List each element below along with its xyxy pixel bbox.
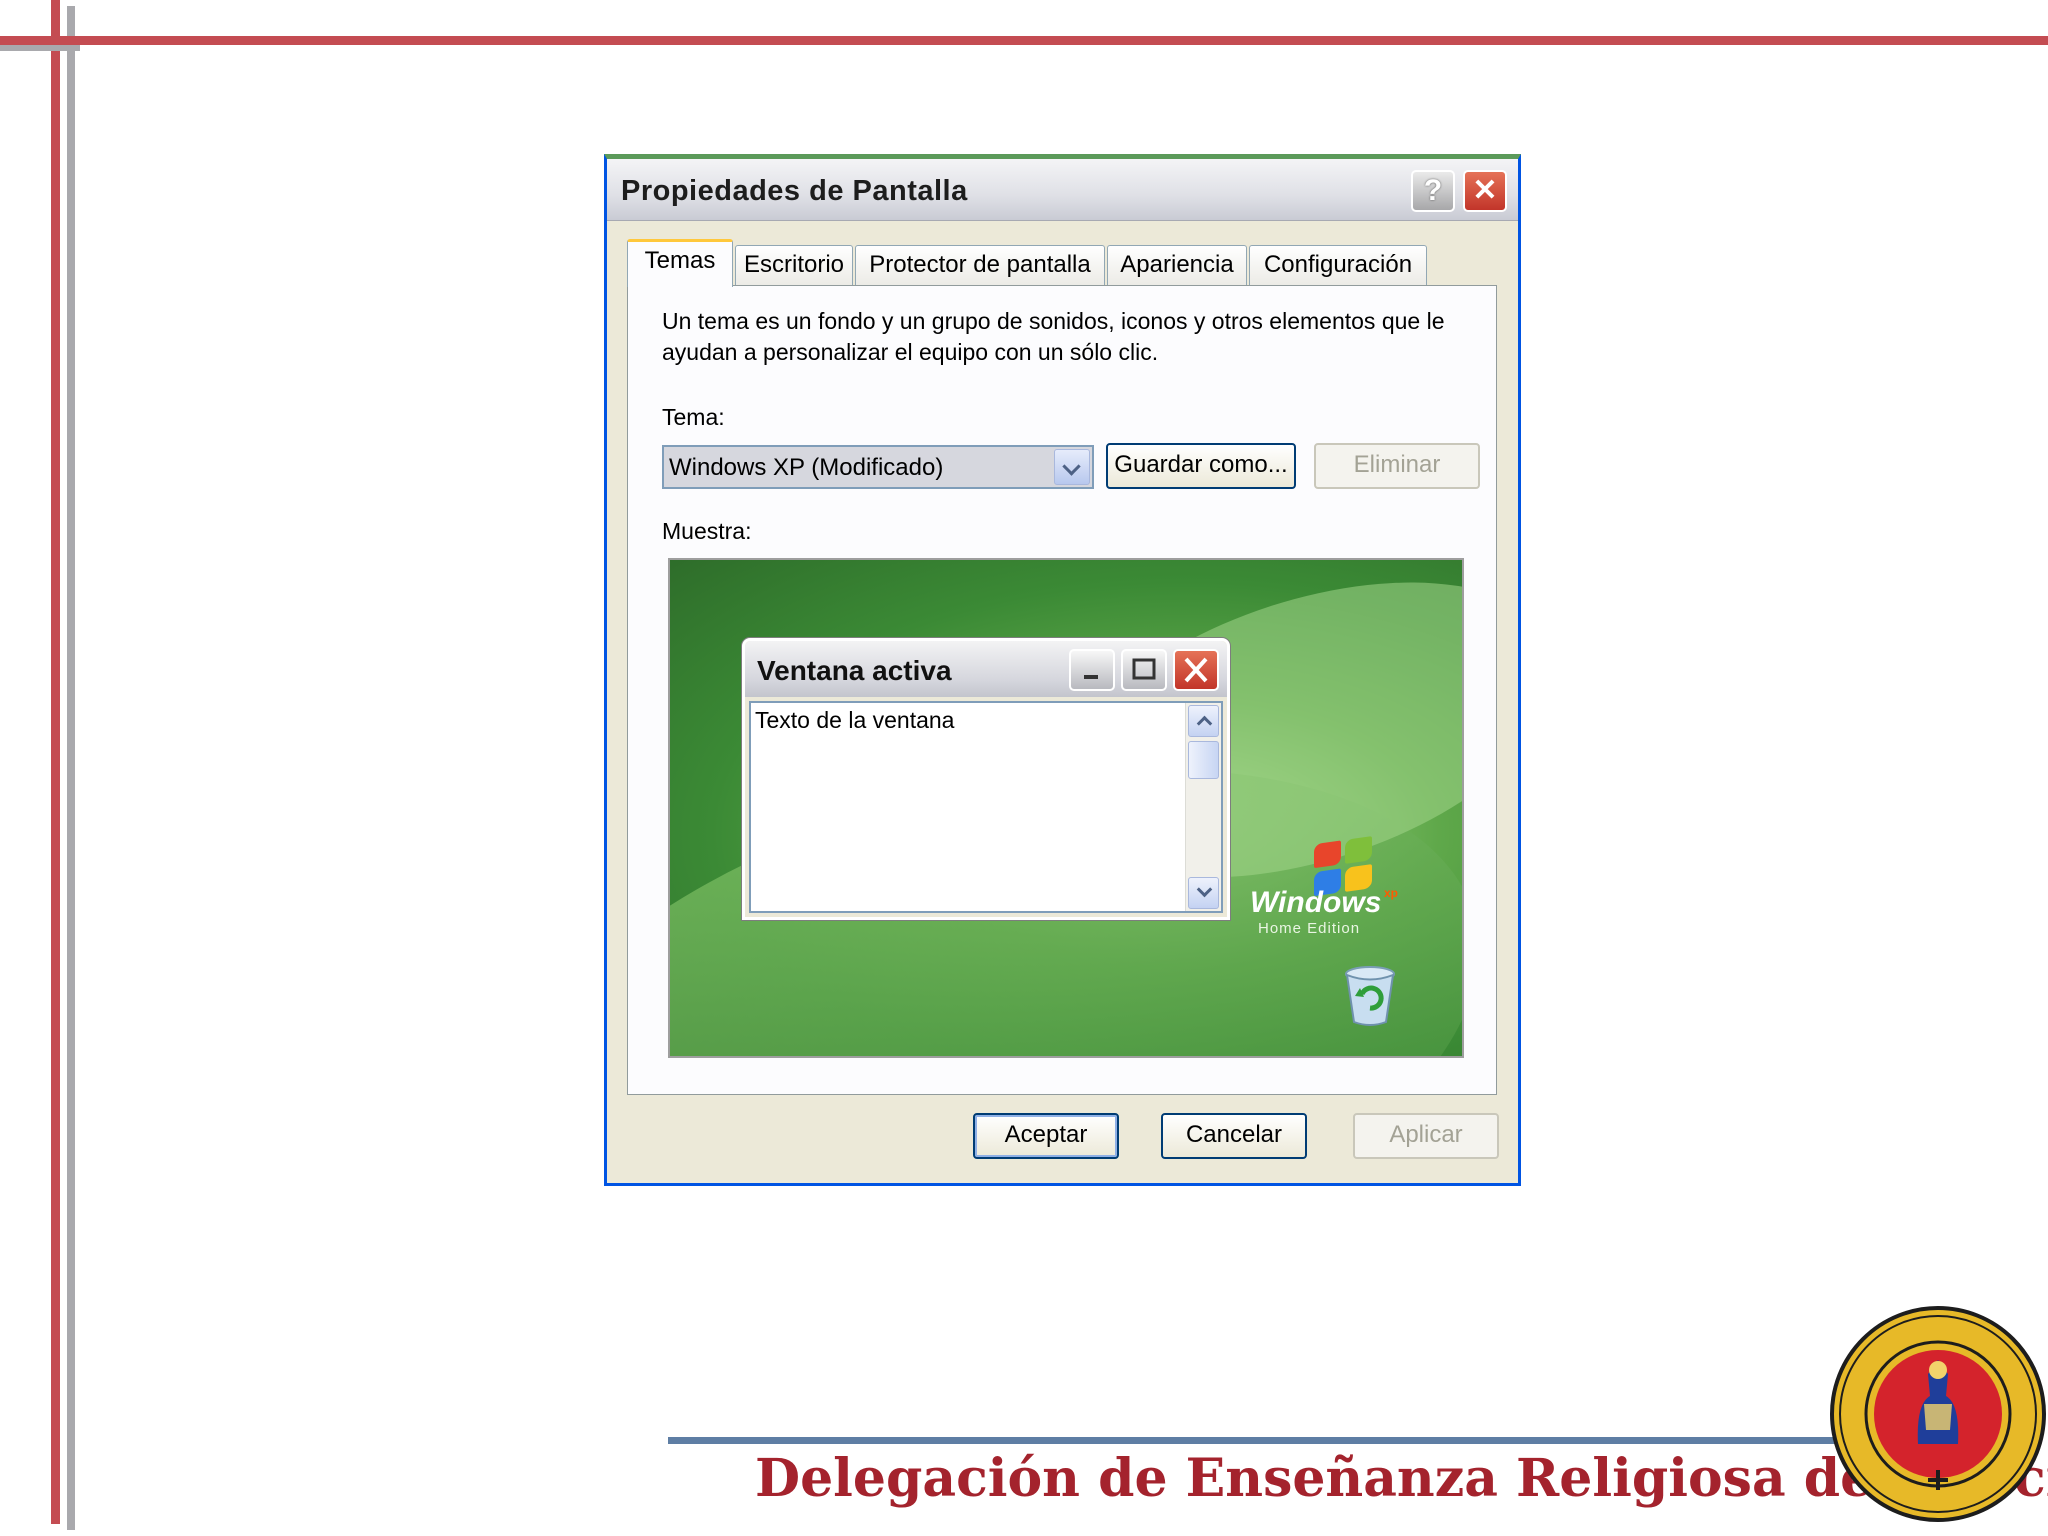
maximize-icon	[1121, 649, 1167, 691]
tab-escritorio[interactable]: Escritorio	[735, 245, 853, 285]
dialog-titlebar[interactable]: Propiedades de Pantalla ? ✕	[607, 159, 1518, 221]
top-red-rule	[0, 36, 2048, 45]
chevron-up-icon	[1188, 705, 1219, 737]
tab-configuracion[interactable]: Configuración	[1249, 245, 1427, 285]
sample-label: Muestra:	[662, 518, 752, 544]
recycle-bin-icon	[1342, 964, 1398, 1028]
ok-button[interactable]: Aceptar	[973, 1113, 1119, 1159]
xp-superscript: xp	[1384, 886, 1399, 900]
minimize-icon	[1069, 649, 1115, 691]
tab-protector-de-pantalla[interactable]: Protector de pantalla	[855, 245, 1105, 285]
theme-label: Tema:	[662, 404, 725, 430]
preview-window-titlebar: Ventana activa	[745, 641, 1227, 697]
theme-dropdown-value: Windows XP (Modificado)	[669, 454, 944, 481]
left-gray-rule	[67, 6, 75, 1530]
preview-active-window: Ventana activa Texto de la ventana	[742, 638, 1230, 920]
close-icon[interactable]: ✕	[1463, 170, 1507, 212]
preview-scrollbar	[1185, 703, 1221, 911]
close-icon	[1173, 649, 1219, 691]
theme-dropdown[interactable]: Windows XP (Modificado)	[662, 445, 1094, 489]
save-as-button[interactable]: Guardar como...	[1106, 443, 1296, 489]
cancel-button[interactable]: Cancelar	[1161, 1113, 1307, 1159]
tab-apariencia[interactable]: Apariencia	[1107, 245, 1247, 285]
apply-button[interactable]: Aplicar	[1353, 1113, 1499, 1159]
dialog-title: Propiedades de Pantalla	[621, 175, 968, 207]
preview-window-text: Texto de la ventana	[755, 707, 955, 733]
preview-window-title: Ventana activa	[757, 655, 952, 686]
delete-button[interactable]: Eliminar	[1314, 443, 1480, 489]
windows-xp-logo: Windows xp Home Edition	[1250, 836, 1420, 940]
home-edition-label: Home Edition	[1258, 920, 1361, 937]
temas-tab-panel: Un tema es un fondo y un grupo de sonido…	[627, 285, 1497, 1095]
left-red-rule	[51, 0, 60, 1524]
chevron-down-icon[interactable]	[1054, 449, 1090, 485]
theme-description: Un tema es un fondo y un grupo de sonido…	[662, 308, 1445, 365]
tab-temas[interactable]: Temas	[627, 239, 733, 287]
top-gray-rule	[0, 45, 80, 51]
scrollbar-thumb	[1188, 741, 1219, 779]
footer-rule	[668, 1437, 1843, 1444]
windows-wordmark: Windows	[1250, 886, 1382, 919]
diocesan-seal-logo	[1828, 1304, 2048, 1524]
preview-window-body: Texto de la ventana	[749, 701, 1223, 913]
display-properties-dialog: Propiedades de Pantalla ? ✕ Temas Escrit…	[604, 154, 1521, 1186]
chevron-down-icon	[1188, 877, 1219, 909]
theme-preview: Ventana activa Texto de la ventana Windo…	[668, 558, 1464, 1058]
help-icon[interactable]: ?	[1411, 170, 1455, 212]
